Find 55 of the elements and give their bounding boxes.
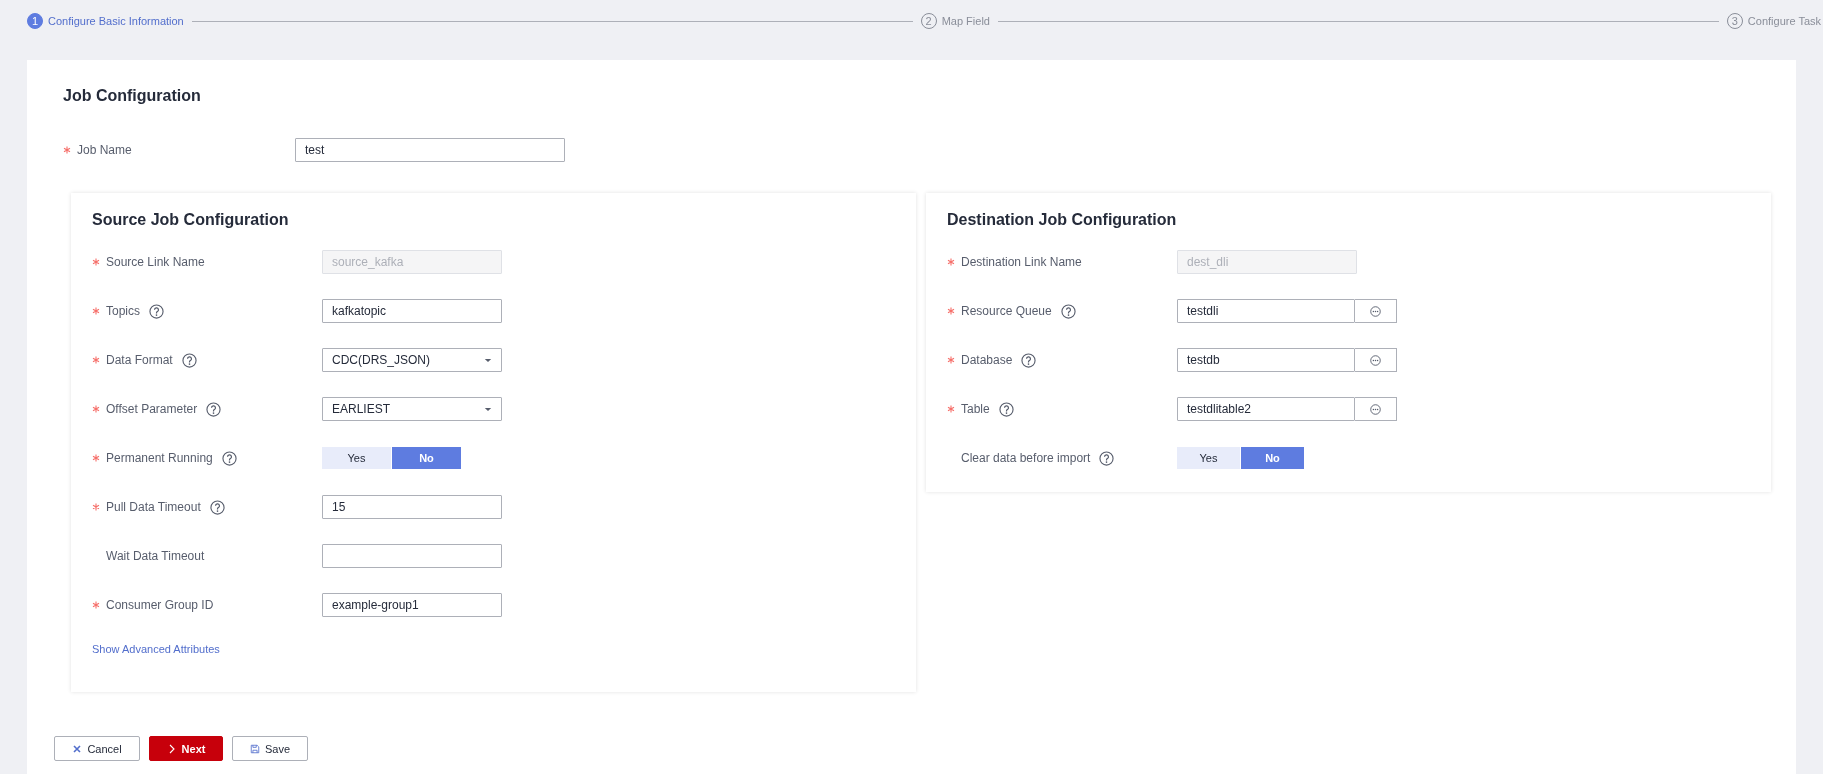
advanced-attributes-link[interactable]: Show Advanced Attributes: [92, 643, 220, 655]
save-icon: [249, 743, 260, 754]
help-icon[interactable]: [1021, 352, 1037, 368]
field-label: Consumer Group ID: [106, 598, 214, 612]
field-label: Permanent Running: [106, 451, 213, 465]
field-label: Destination Link Name: [961, 255, 1082, 269]
job-name-field[interactable]: test: [295, 138, 565, 162]
field-label: Wait Data Timeout: [106, 549, 205, 563]
field-label: Source Link Name: [106, 255, 205, 269]
caret-icon: [484, 406, 492, 412]
field-label: Data Format: [106, 353, 173, 367]
field-label: Clear data before import: [961, 451, 1091, 465]
text-field[interactable]: testdli: [1177, 299, 1355, 323]
ellipsis-icon: [1370, 305, 1381, 317]
text-field[interactable]: 15: [322, 495, 502, 519]
help-icon[interactable]: [221, 450, 237, 466]
toggle-option[interactable]: No: [392, 447, 461, 469]
toggle-option[interactable]: Yes: [322, 447, 391, 469]
next-button[interactable]: Next: [149, 736, 223, 761]
help-icon[interactable]: [998, 401, 1014, 417]
ellipsis-icon: [1370, 403, 1381, 415]
step-number: 1: [27, 13, 43, 29]
field-label: Topics: [106, 304, 140, 318]
field-label: Job Name: [77, 143, 132, 157]
section-title: Job Configuration: [63, 86, 202, 106]
dropdown[interactable]: EARLIEST: [322, 397, 502, 421]
help-icon[interactable]: [209, 499, 225, 515]
step-label: Map Field: [941, 15, 990, 27]
field-label: Resource Queue: [961, 304, 1052, 318]
ellipsis-icon: [1370, 354, 1381, 366]
help-icon[interactable]: [1099, 450, 1115, 466]
save-button[interactable]: Save: [232, 736, 308, 761]
text-field[interactable]: example-group1: [322, 593, 502, 617]
cancel-button[interactable]: Cancel: [54, 736, 140, 761]
step-label: Configure Task: [1747, 15, 1821, 27]
help-icon[interactable]: [181, 352, 197, 368]
text-field[interactable]: testdlitable2: [1177, 397, 1355, 421]
dropdown[interactable]: CDC(DRS_JSON): [322, 348, 502, 372]
toggle-option[interactable]: Yes: [1177, 447, 1240, 469]
field-label: Offset Parameter: [106, 402, 198, 416]
text-field[interactable]: testdb: [1177, 348, 1355, 372]
help-icon[interactable]: [206, 401, 222, 417]
help-icon[interactable]: [149, 303, 164, 319]
card-title: Destination Job Configuration: [947, 210, 1178, 230]
caret-icon: [484, 357, 492, 363]
help-icon[interactable]: [1060, 303, 1076, 319]
close-icon: [72, 743, 83, 754]
toggle-option[interactable]: No: [1241, 447, 1304, 469]
text-field[interactable]: kafkatopic: [322, 299, 502, 323]
field-label: Database: [961, 353, 1013, 367]
field-label: Table: [961, 402, 990, 416]
step-label: Configure Basic Information: [48, 15, 184, 27]
field-label: Pull Data Timeout: [106, 500, 201, 514]
text-field[interactable]: [322, 544, 502, 568]
card-title: Source Job Configuration: [92, 210, 290, 230]
